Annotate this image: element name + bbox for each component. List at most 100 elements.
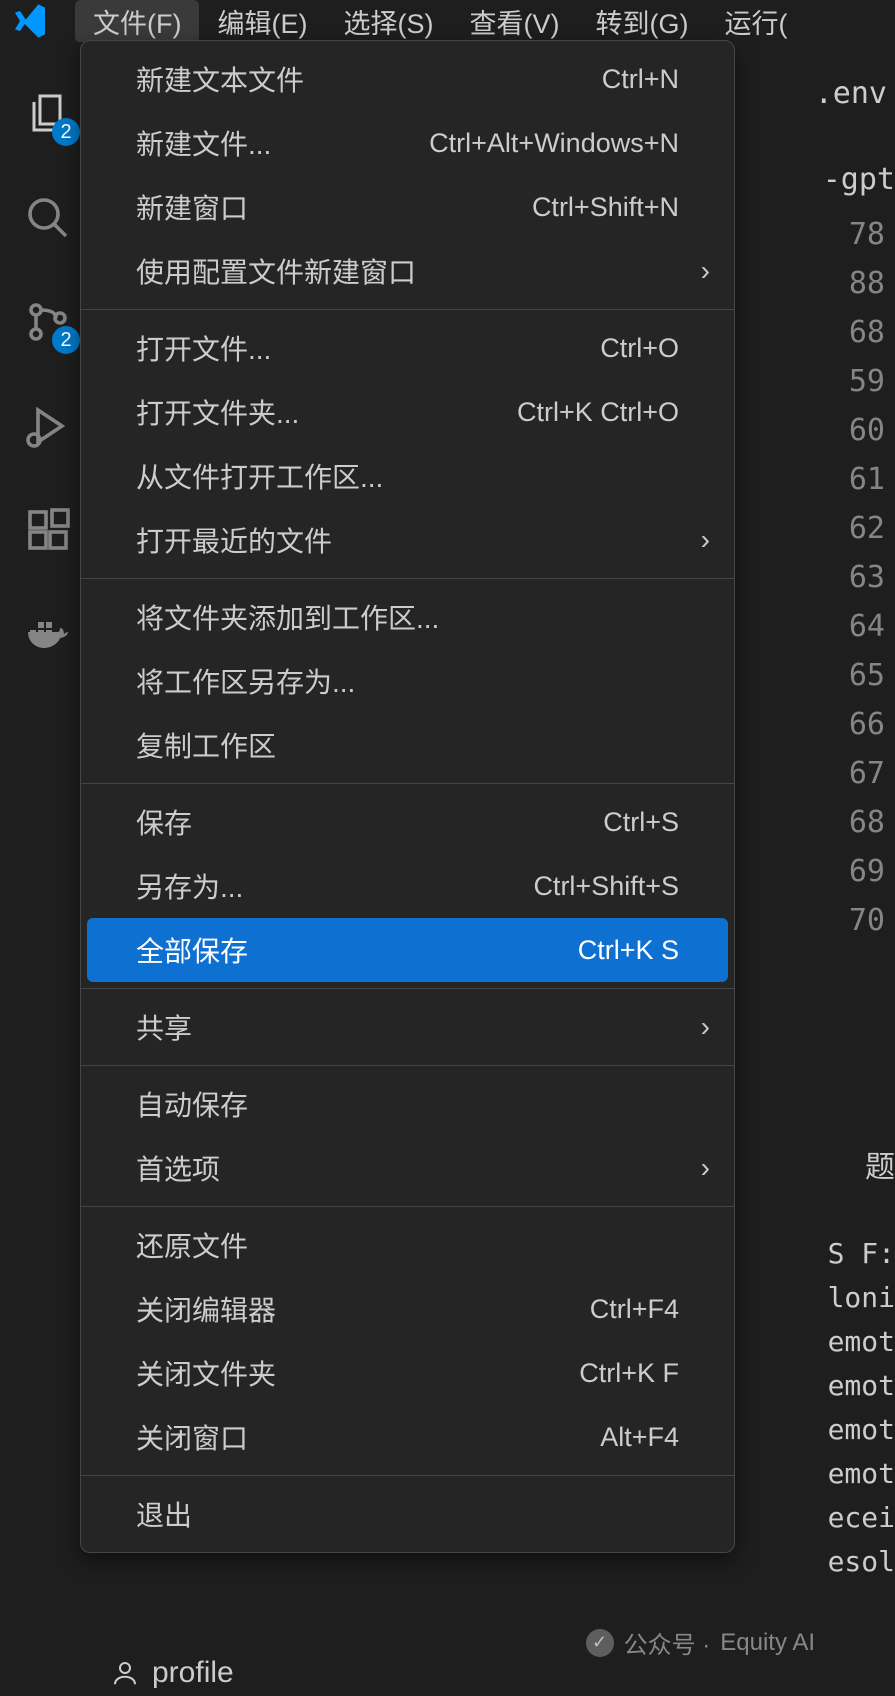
menu-separator	[81, 783, 734, 784]
menu-item-label: 退出	[136, 1494, 192, 1534]
menubar-selection[interactable]: 选择(S)	[325, 0, 451, 43]
menu-item-label: 关闭窗口	[136, 1417, 248, 1457]
menu-item-shortcut: Ctrl+K S	[578, 935, 679, 966]
menubar-view[interactable]: 查看(V)	[451, 0, 577, 43]
menu-item[interactable]: 全部保存 Ctrl+K S	[87, 918, 728, 982]
watermark: ✓ 公众号 · Equity AI	[586, 1625, 815, 1660]
menu-item-label: 将文件夹添加到工作区...	[136, 597, 439, 637]
menu-item[interactable]: 复制工作区	[81, 713, 734, 777]
source-control-icon[interactable]: 2	[20, 294, 76, 350]
menu-item-label: 将工作区另存为...	[136, 661, 355, 701]
menu-item[interactable]: 关闭编辑器Ctrl+F4	[81, 1277, 734, 1341]
statusbar-item[interactable]: profile	[110, 1656, 234, 1690]
menu-separator	[81, 1065, 734, 1066]
menu-item[interactable]: 打开最近的文件›	[81, 508, 734, 572]
menu-item-label: 打开文件夹...	[136, 392, 299, 432]
watermark-name: Equity AI	[720, 1629, 815, 1657]
menu-item-shortcut: Alt+F4	[600, 1422, 679, 1453]
line-number: 63	[849, 553, 885, 602]
line-number: 88	[849, 259, 885, 308]
docker-icon[interactable]	[20, 606, 76, 662]
line-number: 61	[849, 455, 885, 504]
menu-item[interactable]: 将工作区另存为...	[81, 649, 734, 713]
menu-item-shortcut: Ctrl+F4	[590, 1294, 679, 1325]
menu-separator	[81, 578, 734, 579]
chevron-right-icon: ›	[701, 1011, 710, 1043]
run-debug-icon[interactable]	[20, 398, 76, 454]
statusbar-label: profile	[152, 1656, 234, 1690]
menubar-file[interactable]: 文件(F)	[75, 0, 199, 43]
vscode-logo-icon	[10, 1, 50, 41]
wechat-icon: ✓	[586, 1629, 614, 1657]
menu-item[interactable]: 还原文件	[81, 1213, 734, 1277]
extensions-icon[interactable]	[20, 502, 76, 558]
menu-item-label: 从文件打开工作区...	[136, 456, 383, 496]
menu-item-label: 全部保存	[136, 930, 248, 970]
line-number: 67	[849, 749, 885, 798]
menu-item[interactable]: 保存 Ctrl+S	[81, 790, 734, 854]
menubar-run[interactable]: 运行(	[706, 0, 805, 43]
menubar-go[interactable]: 转到(G)	[577, 0, 706, 43]
menu-item[interactable]: 新建文本文件 Ctrl+N	[81, 47, 734, 111]
menu-item-label: 打开文件...	[136, 328, 271, 368]
menu-item-label: 另存为...	[136, 866, 243, 906]
menu-item-shortcut: Ctrl+O	[600, 333, 679, 364]
person-icon	[110, 1658, 140, 1688]
menu-item[interactable]: 新建窗口 Ctrl+Shift+N	[81, 175, 734, 239]
code-fragment: -gpt	[823, 162, 895, 197]
scm-badge: 2	[52, 326, 80, 354]
panel-tab-fragment[interactable]: 题	[865, 1142, 895, 1186]
menubar: 文件(F) 编辑(E) 选择(S) 查看(V) 转到(G) 运行(	[0, 0, 895, 42]
menu-item[interactable]: 关闭文件夹 Ctrl+K F	[81, 1341, 734, 1405]
menu-item[interactable]: 另存为... Ctrl+Shift+S	[81, 854, 734, 918]
watermark-prefix: 公众号 ·	[624, 1625, 711, 1660]
menubar-edit[interactable]: 编辑(E)	[199, 0, 325, 43]
search-icon[interactable]	[20, 190, 76, 246]
menu-item-label: 打开最近的文件	[136, 520, 332, 560]
explorer-icon[interactable]: 2	[20, 86, 76, 142]
menu-item[interactable]: 打开文件... Ctrl+O	[81, 316, 734, 380]
line-number: 68	[849, 308, 885, 357]
menu-item[interactable]: 打开文件夹... Ctrl+K Ctrl+O	[81, 380, 734, 444]
explorer-badge: 2	[52, 118, 80, 146]
menu-item-label: 还原文件	[136, 1225, 248, 1265]
line-number: 60	[849, 406, 885, 455]
chevron-right-icon: ›	[701, 255, 710, 287]
line-numbers: 788868596061626364656667686970	[849, 210, 885, 945]
menu-item-label: 新建窗口	[136, 187, 248, 227]
menu-item-shortcut: Ctrl+N	[602, 64, 679, 95]
menu-separator	[81, 1206, 734, 1207]
menu-item[interactable]: 自动保存	[81, 1072, 734, 1136]
menu-item-shortcut: Ctrl+S	[603, 807, 679, 838]
line-number: 68	[849, 798, 885, 847]
menu-item[interactable]: 新建文件... Ctrl+Alt+Windows+N	[81, 111, 734, 175]
menu-separator	[81, 988, 734, 989]
line-number: 65	[849, 651, 885, 700]
menu-item-label: 新建文件...	[136, 123, 271, 163]
menu-item[interactable]: 首选项›	[81, 1136, 734, 1200]
menu-item-shortcut: Ctrl+Shift+N	[532, 192, 679, 223]
menu-item-shortcut: Ctrl+K Ctrl+O	[517, 397, 679, 428]
menu-item[interactable]: 退出	[81, 1482, 734, 1546]
file-menu-dropdown: 新建文本文件 Ctrl+N 新建文件... Ctrl+Alt+Windows+N 新建窗…	[80, 40, 735, 1553]
menu-item-shortcut: Ctrl+Alt+Windows+N	[429, 128, 679, 159]
line-number: 78	[849, 210, 885, 259]
menu-item-label: 自动保存	[136, 1084, 248, 1124]
menu-item-label: 首选项	[136, 1148, 220, 1188]
menu-separator	[81, 1475, 734, 1476]
menu-item[interactable]: 共享 ›	[81, 995, 734, 1059]
menu-item-shortcut: Ctrl+K F	[579, 1358, 679, 1389]
menu-item[interactable]: 从文件打开工作区...	[81, 444, 734, 508]
menu-item-label: 使用配置文件新建窗口	[136, 251, 416, 291]
menu-item[interactable]: 关闭窗口 Alt+F4	[81, 1405, 734, 1469]
editor-tab-fragment[interactable]: .env	[807, 72, 895, 115]
menu-item-label: 复制工作区	[136, 725, 276, 765]
menu-item-label: 新建文本文件	[136, 59, 304, 99]
menu-item-label: 共享	[136, 1007, 192, 1047]
menu-item[interactable]: 使用配置文件新建窗口 ›	[81, 239, 734, 303]
menu-item-label: 关闭文件夹	[136, 1353, 276, 1393]
menu-item-shortcut: Ctrl+Shift+S	[533, 871, 679, 902]
menu-item-label: 保存	[136, 802, 192, 842]
menu-item[interactable]: 将文件夹添加到工作区...	[81, 585, 734, 649]
terminal-fragment[interactable]: S F: loni emot emot emot emot ecei esol	[828, 1232, 895, 1584]
